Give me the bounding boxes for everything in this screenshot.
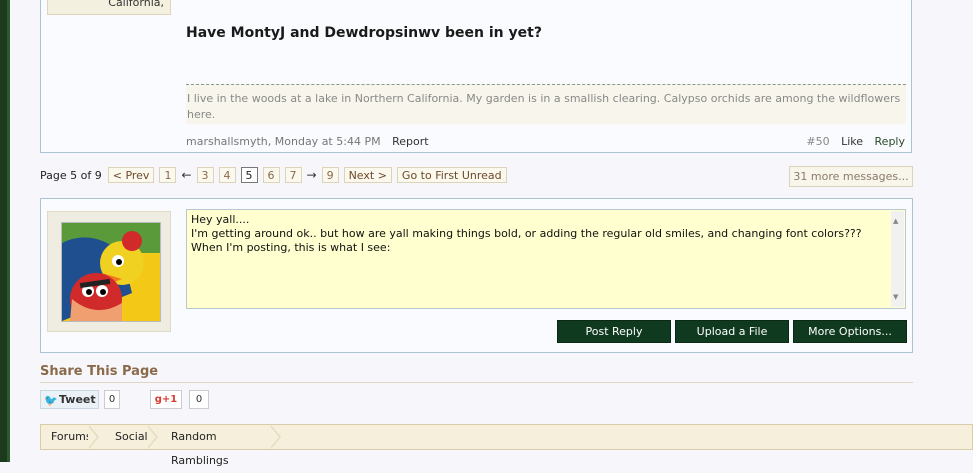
textarea-scrollbar[interactable]: ▲ ▼ — [891, 211, 904, 307]
angry-birds-avatar-image — [62, 223, 160, 321]
page-skip-back-icon[interactable]: ← — [181, 168, 191, 182]
next-page-button[interactable]: Next > — [343, 167, 392, 183]
more-messages-button[interactable]: 31 more messages... — [789, 166, 913, 187]
post-actions: #50 Like Reply — [806, 135, 905, 148]
breadcrumb: Forums Social Random Ramblings — [40, 424, 973, 467]
page-6-link[interactable]: 6 — [262, 167, 280, 183]
page-label: Page 5 of 9 — [40, 168, 102, 182]
share-divider — [40, 382, 913, 383]
post-meta: marshallsmyth, Monday at 5:44 PM Report — [186, 135, 429, 148]
like-link[interactable]: Like — [841, 135, 863, 148]
signature: I live in the woods at a lake in Norther… — [186, 84, 906, 124]
google-plus-icon: g — [154, 394, 162, 405]
user-location: California, — [47, 0, 171, 15]
breadcrumb-label: Social — [115, 430, 148, 443]
share-title: Share This Page — [40, 364, 159, 379]
left-edge-bar-accent — [7, 0, 10, 462]
scroll-down-icon[interactable]: ▼ — [893, 290, 898, 304]
twitter-bird-icon: 🐦 — [44, 394, 58, 407]
avatar-frame — [47, 211, 171, 332]
tweet-count: 0 — [104, 390, 120, 409]
breadcrumb-label: Random Ramblings — [171, 430, 229, 467]
upload-file-button[interactable]: Upload a File — [675, 320, 789, 343]
google-plus-label: +1 — [161, 394, 178, 405]
post-author-date[interactable]: marshallsmyth, Monday at 5:44 PM — [186, 135, 381, 148]
reply-link[interactable]: Reply — [875, 135, 905, 148]
breadcrumb-social[interactable]: Social — [105, 425, 158, 449]
quick-reply: Hey yall.... I'm getting around ok.. but… — [40, 198, 913, 353]
page-navigation: Page 5 of 9 < Prev 1 ← 3 4 5 6 7 → 9 Nex… — [40, 166, 507, 184]
reply-text-line: When I'm posting, this is what I see: — [191, 241, 391, 254]
page-skip-forward-icon[interactable]: → — [307, 168, 317, 182]
page-7-link[interactable]: 7 — [284, 167, 302, 183]
message-post: California, Have MontyJ and Dewdropsinwv… — [40, 0, 912, 153]
post-number-link[interactable]: #50 — [806, 135, 829, 148]
prev-page-button[interactable]: < Prev — [107, 167, 155, 183]
reply-text-line: I'm getting around ok.. but how are yall… — [191, 227, 862, 240]
report-link[interactable]: Report — [392, 135, 428, 148]
left-edge-bar — [0, 0, 7, 462]
more-options-button[interactable]: More Options... — [793, 320, 907, 343]
reply-textarea[interactable]: Hey yall.... I'm getting around ok.. but… — [186, 209, 906, 309]
page-3-link[interactable]: 3 — [196, 167, 214, 183]
page-1-link[interactable]: 1 — [159, 167, 177, 183]
reply-text-line: Hey yall.... — [191, 213, 250, 226]
tweet-label: Tweet — [59, 393, 96, 406]
avatar[interactable] — [61, 222, 161, 322]
breadcrumb-forums[interactable]: Forums — [41, 425, 99, 449]
message-text: Have MontyJ and Dewdropsinwv been in yet… — [186, 25, 542, 41]
first-unread-button[interactable]: Go to First Unread — [396, 167, 507, 183]
breadcrumb-label: Forums — [51, 430, 92, 443]
page-4-link[interactable]: 4 — [218, 167, 236, 183]
post-reply-button[interactable]: Post Reply — [557, 320, 671, 343]
google-plus-count: 0 — [189, 390, 209, 409]
scroll-up-icon[interactable]: ▲ — [893, 214, 898, 228]
google-plus-button[interactable]: g+1 — [150, 390, 182, 409]
current-page: 5 — [240, 167, 258, 183]
tweet-button[interactable]: 🐦 Tweet — [40, 390, 99, 409]
page-9-link[interactable]: 9 — [321, 167, 339, 183]
breadcrumb-random-ramblings[interactable]: Random Ramblings — [161, 425, 281, 467]
